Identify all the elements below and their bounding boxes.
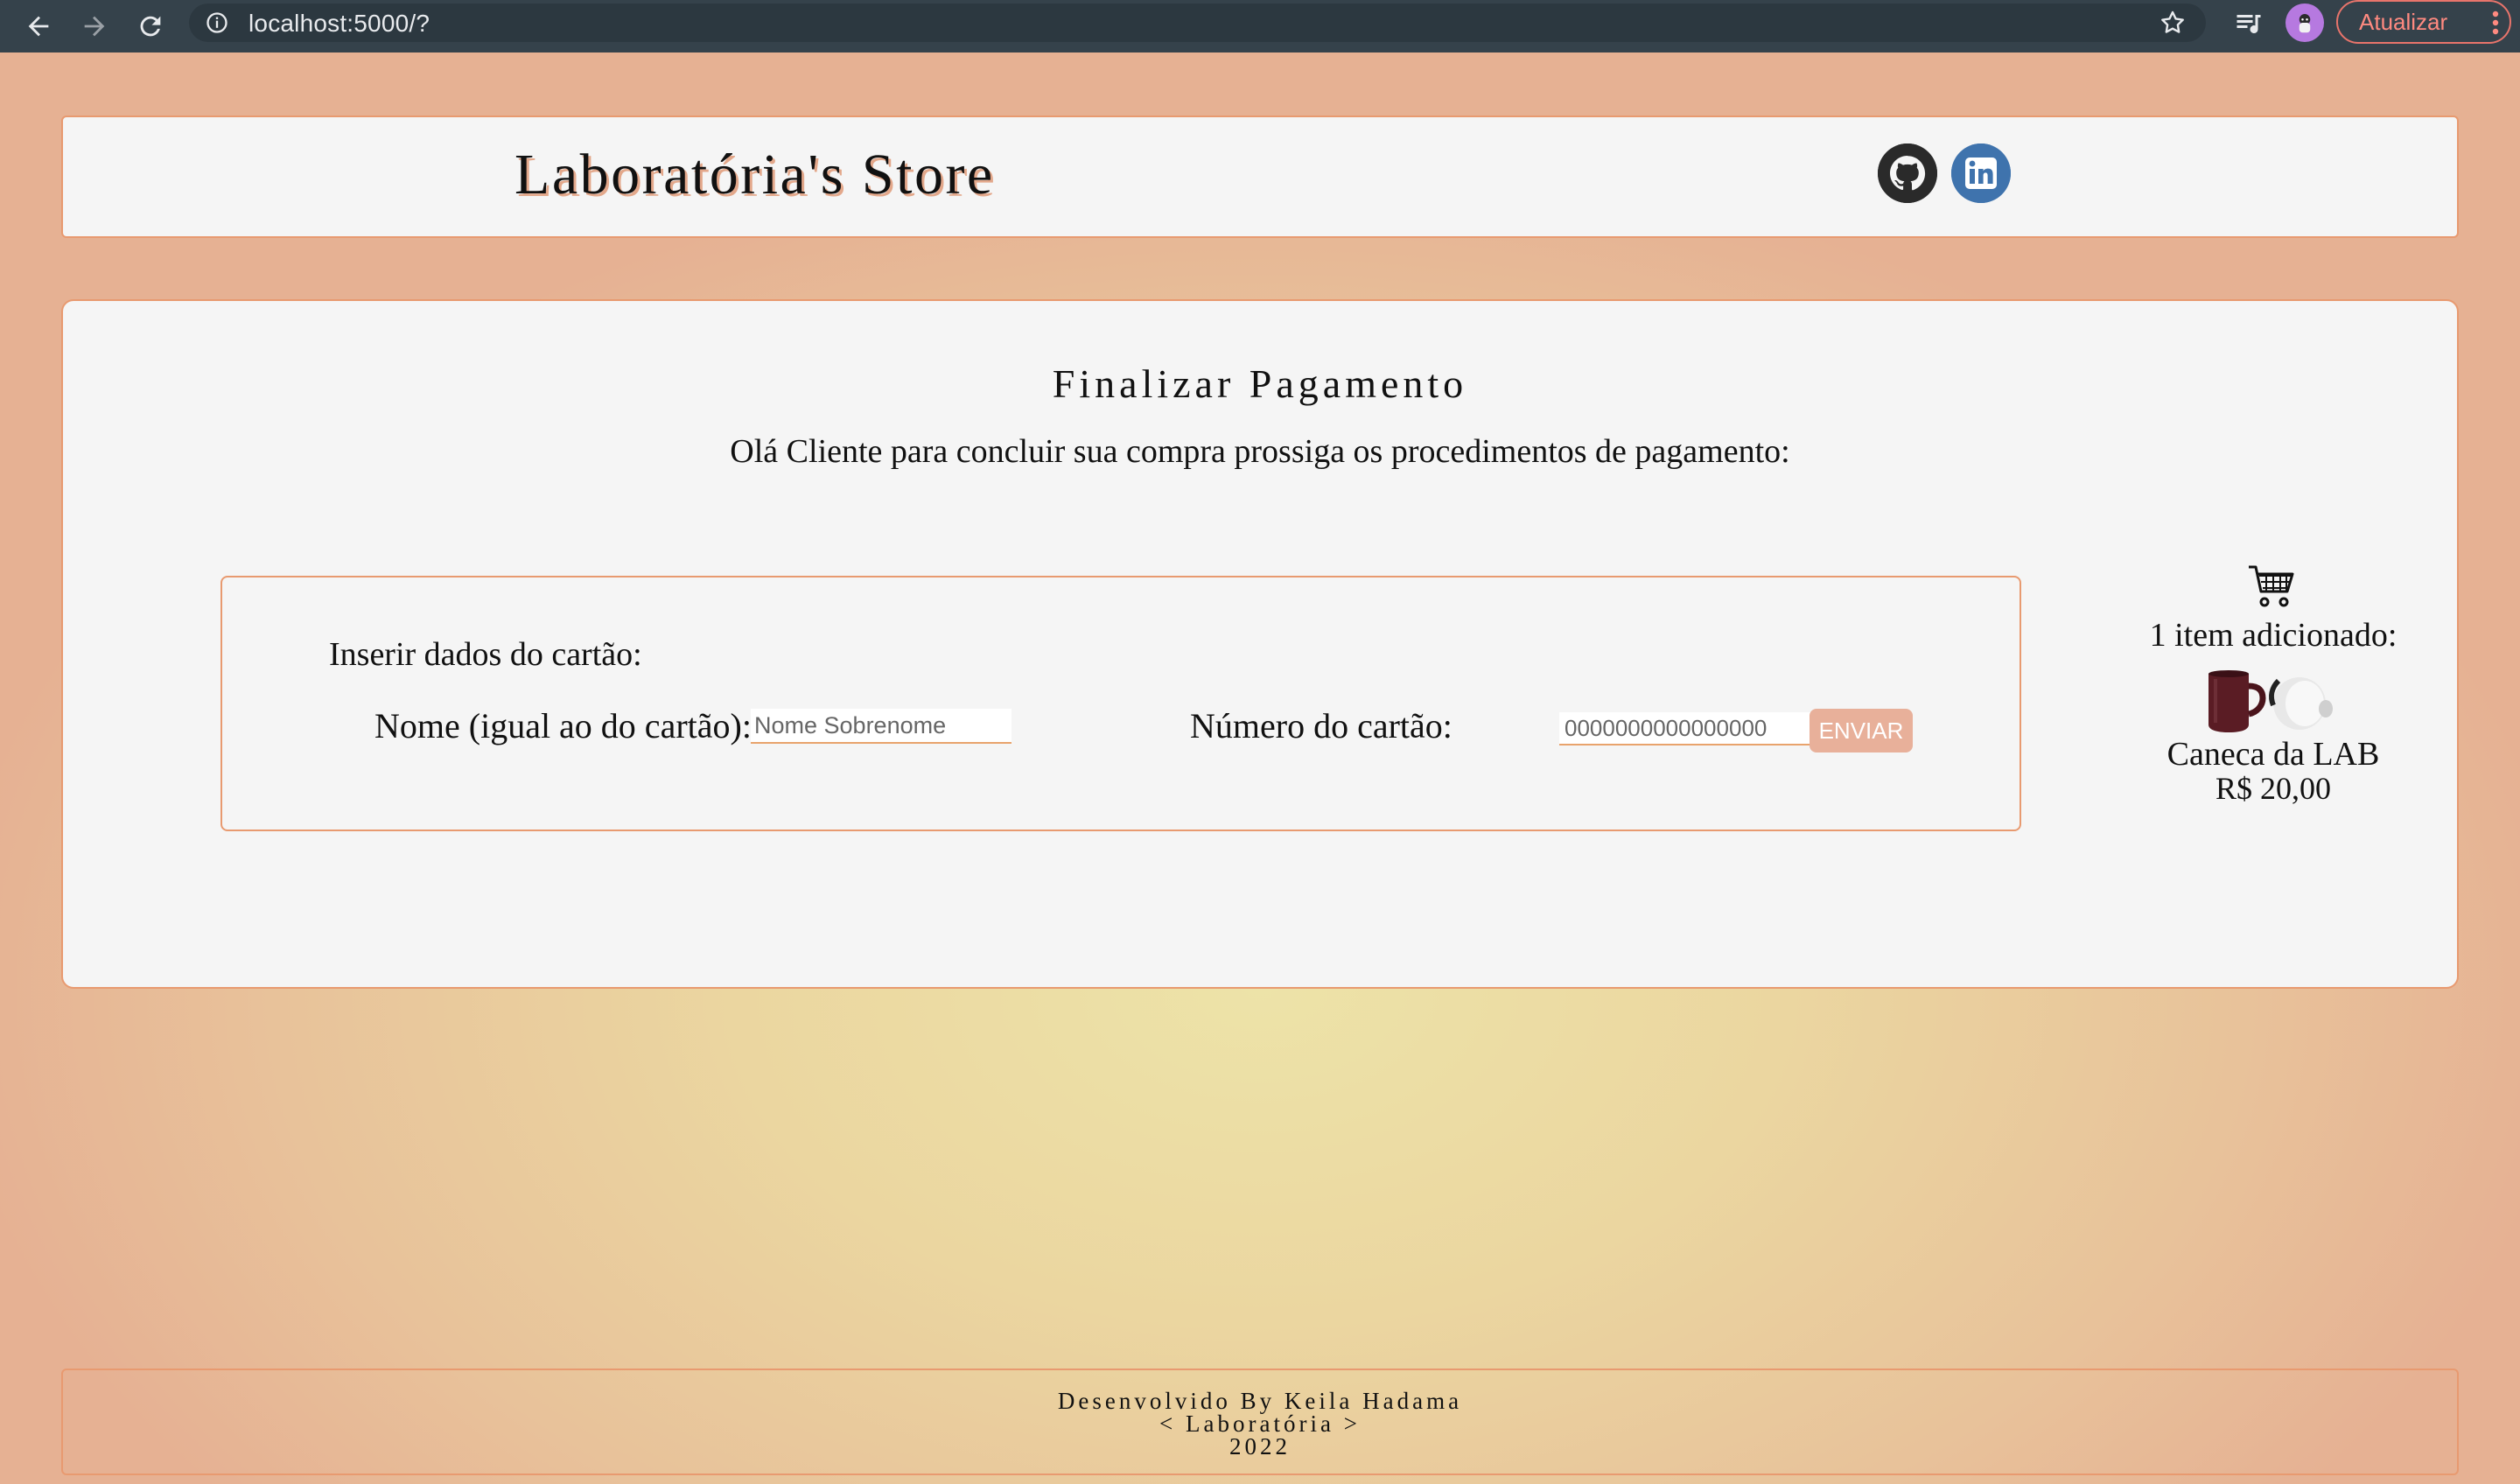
reload-icon xyxy=(140,16,161,37)
mug-white-image xyxy=(2269,677,2333,730)
card-form: Inserir dados do cartão: Nome (igual ao … xyxy=(220,576,2021,831)
github-link[interactable] xyxy=(1878,144,1937,203)
site-header: Laboratória's Store xyxy=(61,116,2459,238)
shopping-cart-icon xyxy=(2249,565,2294,607)
name-input[interactable] xyxy=(751,709,1012,744)
send-button[interactable]: ENVIAR xyxy=(1810,709,1913,752)
arrow-right-icon xyxy=(84,16,105,37)
profile-avatar[interactable] xyxy=(2286,4,2324,42)
arrow-left-icon xyxy=(28,16,49,37)
footer-credit: Desenvolvido By Keila Hadama xyxy=(1057,1388,1463,1414)
reload-button[interactable] xyxy=(130,5,172,47)
card-form-heading: Inserir dados do cartão: xyxy=(329,636,642,673)
bookmark-star-icon[interactable] xyxy=(2159,9,2187,37)
linkedin-link[interactable] xyxy=(1951,144,2011,203)
reading-list-icon[interactable] xyxy=(2233,7,2264,38)
url-text[interactable]: localhost:5000/? xyxy=(248,10,430,38)
payment-panel: Finalizar Pagamento Olá Cliente para con… xyxy=(61,299,2459,989)
product-price: R$ 20,00 xyxy=(2215,771,2331,806)
address-bar[interactable]: localhost:5000/? xyxy=(189,4,2206,42)
name-label: Nome (igual ao do cartão): xyxy=(374,706,752,746)
footer-org: < Laboratória > xyxy=(1159,1410,1361,1437)
avatar-icon xyxy=(2299,14,2311,33)
card-number-input[interactable] xyxy=(1559,712,1822,746)
store-title: Laboratória's Store xyxy=(514,143,995,206)
linkedin-icon xyxy=(1951,144,2011,203)
site-footer: Desenvolvido By Keila Hadama < Laboratór… xyxy=(61,1368,2459,1475)
page-subtitle: Olá Cliente para concluir sua compra pro… xyxy=(730,433,1790,470)
browser-toolbar: localhost:5000/? Atualizar xyxy=(0,0,2520,52)
back-button[interactable] xyxy=(18,5,60,47)
page-title: Finalizar Pagamento xyxy=(1052,361,1468,406)
mug-red-image xyxy=(2208,670,2266,732)
update-button[interactable]: Atualizar xyxy=(2336,0,2511,44)
cart-count-text: 1 item adicionado: xyxy=(2149,617,2398,654)
forward-button[interactable] xyxy=(74,5,116,47)
card-number-label: Número do cartão: xyxy=(1190,706,1452,746)
product-name: Caneca da LAB xyxy=(2166,736,2380,773)
update-label: Atualizar xyxy=(2359,8,2448,35)
github-icon xyxy=(1878,144,1937,203)
kebab-menu-icon[interactable] xyxy=(2492,10,2499,35)
info-icon[interactable] xyxy=(205,10,229,35)
footer-year: 2022 xyxy=(1229,1433,1291,1460)
